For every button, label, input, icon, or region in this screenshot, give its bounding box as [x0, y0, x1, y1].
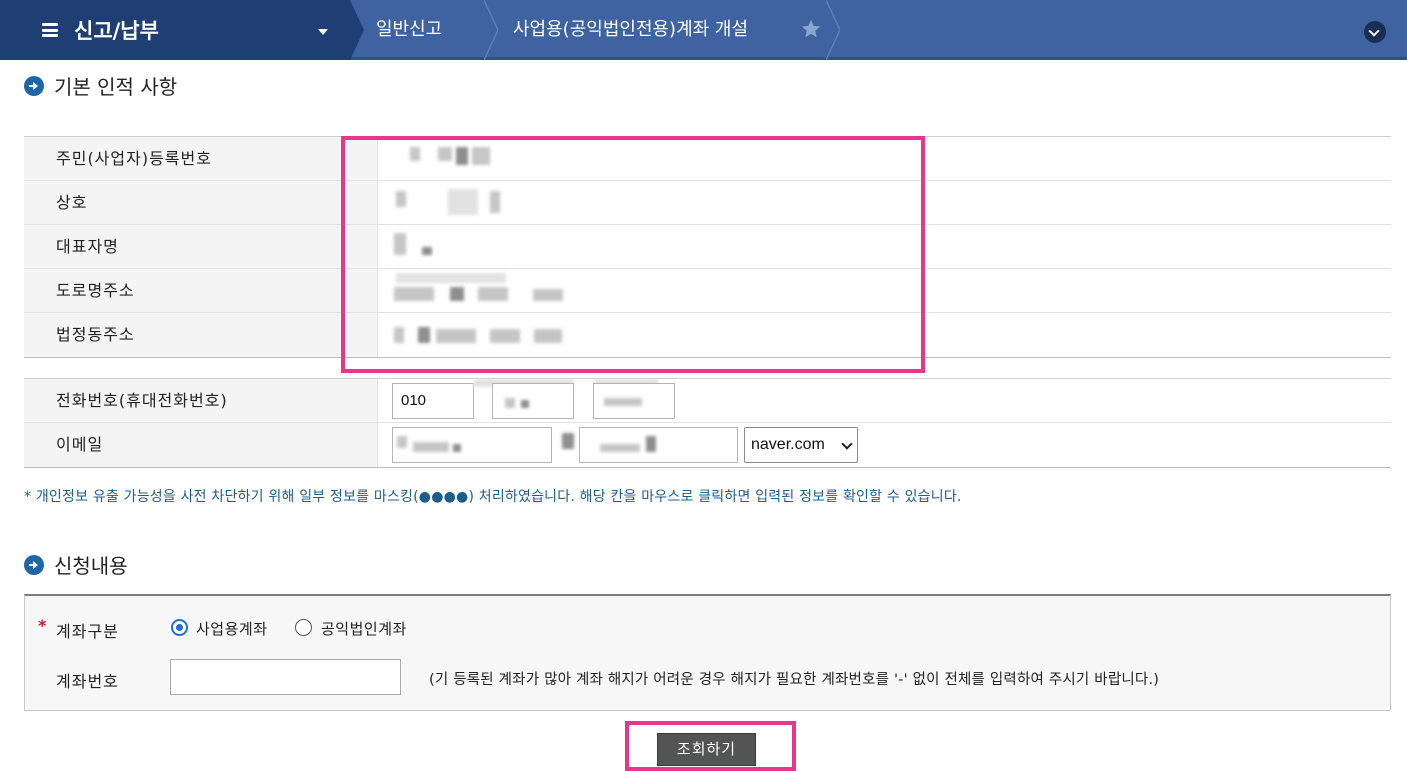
favorite-star-icon[interactable] — [800, 18, 822, 40]
radio-business-account[interactable] — [171, 619, 188, 636]
chevron-down-icon — [841, 438, 853, 450]
breadcrumb-separator-icon — [826, 0, 840, 60]
info-label: 도로명주소 — [24, 269, 378, 312]
account-number-label: 계좌번호 — [56, 672, 119, 691]
chevron-down-icon — [318, 29, 328, 35]
info-label: 법정동주소 — [24, 313, 378, 357]
basic-info-title-text: 기본 인적 사항 — [54, 75, 178, 99]
email-fields: naver.com — [378, 423, 1391, 467]
phone-first-input[interactable]: 010 — [392, 383, 474, 419]
phone-last-input[interactable] — [593, 383, 675, 419]
main-menu-button[interactable]: 신고/납부 — [0, 0, 350, 60]
application-title-text: 신청내용 — [54, 554, 128, 578]
breadcrumb-item-account-opening[interactable]: 사업용(공익법인전용)계좌 개설 — [513, 0, 748, 60]
required-mark: * — [38, 616, 47, 635]
highlight-box — [341, 136, 925, 373]
breadcrumb-separator-icon — [350, 0, 364, 60]
info-label: 주민(사업자)등록번호 — [24, 137, 378, 180]
account-type-label: 계좌구분 — [56, 622, 119, 641]
search-button[interactable]: 조회하기 — [657, 733, 756, 766]
circle-arrow-icon — [24, 75, 44, 96]
breadcrumb-item-general-filing[interactable]: 일반신고 — [376, 0, 442, 60]
email-id-input[interactable] — [392, 427, 552, 463]
hamburger-icon — [42, 23, 58, 37]
masking-notice: * 개인정보 유출 가능성을 사전 차단하기 위해 일부 정보를 마스킹(●●●… — [24, 489, 962, 505]
radio-public-corp-account[interactable] — [295, 619, 312, 636]
expand-menu-icon[interactable] — [1364, 21, 1386, 43]
account-number-input[interactable] — [170, 659, 401, 695]
email-domain-selected: naver.com — [751, 436, 825, 453]
breadcrumb-separator-icon — [484, 0, 498, 60]
info-label: 대표자명 — [24, 225, 378, 268]
phone-middle-input[interactable] — [492, 383, 574, 419]
circle-arrow-icon — [24, 554, 44, 575]
info-row-phone: 전화번호(휴대전화번호) 010 — [24, 379, 1391, 423]
radio-business-account-label[interactable]: 사업용계좌 — [196, 618, 268, 639]
application-form: * 계좌구분 사업용계좌 공익법인계좌 계좌번호 (기 등록된 계좌가 많아 계… — [24, 594, 1391, 711]
account-number-guide: (기 등록된 계좌가 많아 계좌 해지가 어려운 경우 해지가 필요한 계좌번호… — [429, 672, 1160, 688]
phone-fields: 010 — [378, 379, 1391, 422]
email-label: 이메일 — [24, 423, 378, 467]
info-label: 상호 — [24, 181, 378, 224]
email-domain-select[interactable]: naver.com — [744, 427, 858, 463]
email-domain-input[interactable] — [579, 427, 738, 463]
menu-title: 신고/납부 — [74, 19, 159, 43]
application-section-title: 신청내용 — [24, 550, 128, 579]
basic-info-section-title: 기본 인적 사항 — [24, 71, 177, 100]
info-row-email: 이메일 naver.com — [24, 423, 1391, 467]
phone-label: 전화번호(휴대전화번호) — [24, 379, 378, 422]
radio-public-corp-account-label[interactable]: 공익법인계좌 — [321, 618, 407, 639]
top-navigation-bar: 신고/납부 일반신고 사업용(공익법인전용)계좌 개설 — [0, 0, 1407, 60]
contact-table: 전화번호(휴대전화번호) 010 이메일 naver.com — [24, 378, 1391, 468]
